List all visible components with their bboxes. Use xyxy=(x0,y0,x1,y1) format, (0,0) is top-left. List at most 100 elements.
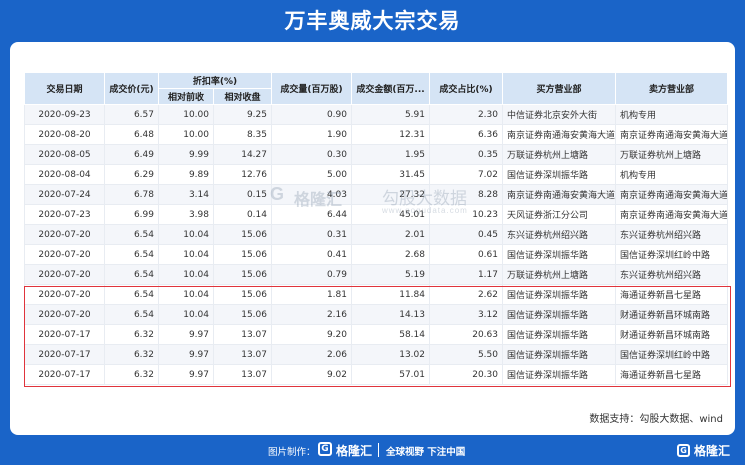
cell-ratio: 0.61 xyxy=(429,244,503,265)
col-header-seller[interactable]: 卖方营业部 xyxy=(615,72,728,105)
block-trade-table: 交易日期 成交价(元) 折扣率(%) 成交量(百万股) 成交金额(百万... 成… xyxy=(24,72,728,385)
cell-discount-close: 0.15 xyxy=(213,184,272,205)
col-header-discount-close[interactable]: 相对收盘 xyxy=(213,88,272,105)
cell-date: 2020-07-20 xyxy=(24,224,105,245)
col-header-discount-prev[interactable]: 相对前收 xyxy=(158,88,214,105)
cell-ratio: 1.17 xyxy=(429,264,503,285)
cell-buyer: 国信证券深圳振华路 xyxy=(502,344,616,365)
cell-ratio: 20.30 xyxy=(429,364,503,385)
cell-buyer: 天风证券浙江分公司 xyxy=(502,204,616,225)
cell-price: 6.29 xyxy=(104,164,159,185)
cell-discount-prev: 3.98 xyxy=(158,204,214,225)
cell-volume: 0.30 xyxy=(271,144,352,165)
cell-price: 6.54 xyxy=(104,304,159,325)
cell-ratio: 0.45 xyxy=(429,224,503,245)
cell-ratio: 5.50 xyxy=(429,344,503,365)
cell-seller: 南京证券南通海安黄海大道 xyxy=(615,184,728,205)
table-row[interactable]: 2020-07-20 6.54 10.04 15.06 0.31 2.01 0.45 东兴证券… xyxy=(24,224,728,245)
cell-price: 6.32 xyxy=(104,324,159,345)
cell-seller: 财通证券新昌环城南路 xyxy=(615,324,728,345)
cell-date: 2020-07-20 xyxy=(24,244,105,265)
table-row[interactable]: 2020-07-17 6.32 9.97 13.07 9.02 57.01 20.30 国信证… xyxy=(24,364,728,385)
table-row[interactable]: 2020-07-24 6.78 3.14 0.15 4.03 27.32 8.28 南京证券南… xyxy=(24,184,728,205)
cell-buyer: 国信证券深圳振华路 xyxy=(502,164,616,185)
cell-volume: 2.16 xyxy=(271,304,352,325)
col-header-buyer[interactable]: 买方营业部 xyxy=(502,72,616,105)
table-row[interactable]: 2020-08-04 6.29 9.89 12.76 5.00 31.45 7.02 国信证券… xyxy=(24,164,728,185)
cell-discount-prev: 10.04 xyxy=(158,304,214,325)
cell-discount-close: 13.07 xyxy=(213,364,272,385)
cell-date: 2020-07-17 xyxy=(24,324,105,345)
page-title: 万丰奥威大宗交易 xyxy=(284,9,461,33)
col-header-amount[interactable]: 成交金额(百万... xyxy=(351,72,430,105)
table-row[interactable]: 2020-07-20 6.54 10.04 15.06 2.16 14.13 3.12 国信证… xyxy=(24,304,728,325)
cell-discount-close: 14.27 xyxy=(213,144,272,165)
cell-discount-close: 12.76 xyxy=(213,164,272,185)
cell-amount: 5.91 xyxy=(351,104,430,125)
cell-date: 2020-07-24 xyxy=(24,184,105,205)
cell-buyer: 国信证券深圳振华路 xyxy=(502,244,616,265)
cell-discount-close: 15.06 xyxy=(213,264,272,285)
cell-volume: 0.90 xyxy=(271,104,352,125)
table-row[interactable]: 2020-07-17 6.32 9.97 13.07 2.06 13.02 5.50 国信证券… xyxy=(24,344,728,365)
footer-divider xyxy=(378,443,379,457)
cell-seller: 国信证券深圳红岭中路 xyxy=(615,344,728,365)
cell-discount-prev: 10.04 xyxy=(158,244,214,265)
table-row[interactable]: 2020-07-23 6.99 3.98 0.14 6.44 45.01 10.23 天风证券… xyxy=(24,204,728,225)
cell-amount: 12.31 xyxy=(351,124,430,145)
cell-discount-close: 13.07 xyxy=(213,324,272,345)
cell-buyer: 国信证券深圳振华路 xyxy=(502,284,616,305)
cell-date: 2020-07-17 xyxy=(24,344,105,365)
cell-discount-prev: 10.00 xyxy=(158,124,214,145)
cell-ratio: 0.35 xyxy=(429,144,503,165)
table-row[interactable]: 2020-08-05 6.49 9.99 14.27 0.30 1.95 0.35 万联证券杭… xyxy=(24,144,728,165)
col-header-ratio[interactable]: 成交占比(%) xyxy=(429,72,503,105)
cell-price: 6.32 xyxy=(104,344,159,365)
cell-seller: 海通证券新昌七星路 xyxy=(615,364,728,385)
col-header-date[interactable]: 交易日期 xyxy=(24,72,105,105)
cell-date: 2020-08-04 xyxy=(24,164,105,185)
cell-discount-close: 9.25 xyxy=(213,104,272,125)
cell-price: 6.49 xyxy=(104,144,159,165)
cell-discount-close: 15.06 xyxy=(213,224,272,245)
cell-volume: 9.20 xyxy=(271,324,352,345)
col-header-price[interactable]: 成交价(元) xyxy=(104,72,159,105)
cell-buyer: 国信证券深圳振华路 xyxy=(502,364,616,385)
col-header-volume[interactable]: 成交量(百万股) xyxy=(271,72,352,105)
cell-price: 6.99 xyxy=(104,204,159,225)
footer-logo-icon: G xyxy=(318,442,332,456)
cell-volume: 0.79 xyxy=(271,264,352,285)
cell-seller: 海通证券新昌七星路 xyxy=(615,284,728,305)
cell-amount: 1.95 xyxy=(351,144,430,165)
cell-discount-prev: 9.97 xyxy=(158,344,214,365)
cell-price: 6.57 xyxy=(104,104,159,125)
cell-date: 2020-09-23 xyxy=(24,104,105,125)
cell-amount: 13.02 xyxy=(351,344,430,365)
cell-buyer: 万联证券杭州上塘路 xyxy=(502,144,616,165)
table-row[interactable]: 2020-08-20 6.48 10.00 8.35 1.90 12.31 6.36 南京证券… xyxy=(24,124,728,145)
cell-price: 6.78 xyxy=(104,184,159,205)
table-card: 交易日期 成交价(元) 折扣率(%) 成交量(百万股) 成交金额(百万... 成… xyxy=(10,42,735,435)
cell-price: 6.48 xyxy=(104,124,159,145)
cell-amount: 2.01 xyxy=(351,224,430,245)
cell-volume: 0.41 xyxy=(271,244,352,265)
cell-price: 6.54 xyxy=(104,264,159,285)
cell-date: 2020-08-20 xyxy=(24,124,105,145)
table-row[interactable]: 2020-07-20 6.54 10.04 15.06 0.41 2.68 0.61 国信证券… xyxy=(24,244,728,265)
table-row[interactable]: 2020-07-17 6.32 9.97 13.07 9.20 58.14 20.63 国信证… xyxy=(24,324,728,345)
cell-seller: 机构专用 xyxy=(615,104,728,125)
cell-date: 2020-07-23 xyxy=(24,204,105,225)
cell-amount: 45.01 xyxy=(351,204,430,225)
cell-seller: 南京证券南通海安黄海大道 xyxy=(615,124,728,145)
table-row[interactable]: 2020-07-20 6.54 10.04 15.06 1.81 11.84 2.62 国信证… xyxy=(24,284,728,305)
cell-ratio: 2.62 xyxy=(429,284,503,305)
cell-volume: 4.03 xyxy=(271,184,352,205)
cell-date: 2020-07-20 xyxy=(24,264,105,285)
cell-date: 2020-07-20 xyxy=(24,304,105,325)
data-source-note: 数据支持：勾股大数据、wind xyxy=(589,414,723,425)
table-row[interactable]: 2020-07-20 6.54 10.04 15.06 0.79 5.19 1.17 万联证券… xyxy=(24,264,728,285)
table-row[interactable]: 2020-09-23 6.57 10.00 9.25 0.90 5.91 2.30 中信证券北… xyxy=(24,104,728,125)
cell-seller: 东兴证券杭州绍兴路 xyxy=(615,264,728,285)
cell-amount: 14.13 xyxy=(351,304,430,325)
corner-logo-text: 格隆汇 xyxy=(694,444,731,458)
